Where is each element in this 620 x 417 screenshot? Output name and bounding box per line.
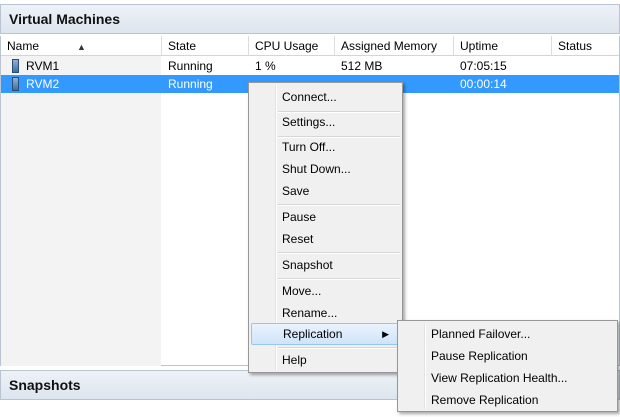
virtual-machine-icon: [12, 77, 19, 91]
replication-submenu: Planned Failover... Pause Replication Vi…: [397, 320, 618, 412]
menu-item-shut-down[interactable]: Shut Down...: [251, 158, 400, 180]
vm-name: RVM2: [26, 77, 60, 91]
column-header-row: Name ▲ State CPU Usage Assigned Memory U…: [1, 36, 619, 56]
menu-item-settings[interactable]: Settings...: [251, 111, 400, 133]
menu-item-replication-label: Replication: [283, 327, 343, 341]
menu-item-turn-off[interactable]: Turn Off...: [251, 136, 400, 158]
menu-item-rename[interactable]: Rename...: [251, 302, 400, 324]
column-header-state[interactable]: State: [162, 36, 249, 56]
column-header-cpu-usage[interactable]: CPU Usage: [249, 36, 335, 56]
menu-item-snapshot[interactable]: Snapshot: [251, 254, 400, 276]
column-header-status[interactable]: Status: [552, 36, 620, 56]
vm-context-menu: Connect... Settings... Turn Off... Shut …: [248, 82, 403, 373]
vm-assigned-memory: 512 MB: [341, 59, 383, 73]
column-header-assigned-memory[interactable]: Assigned Memory: [335, 36, 454, 56]
virtual-machines-header: Virtual Machines: [0, 4, 620, 34]
vm-state: Running: [168, 59, 213, 73]
column-header-uptime[interactable]: Uptime: [454, 36, 552, 56]
snapshots-title: Snapshots: [9, 377, 81, 393]
menu-item-help[interactable]: Help: [251, 349, 400, 371]
menu-item-save[interactable]: Save: [251, 180, 400, 202]
sort-ascending-icon: ▲: [77, 42, 86, 52]
vm-name: RVM1: [26, 59, 60, 73]
menu-item-reset[interactable]: Reset: [251, 228, 400, 250]
column-header-name[interactable]: Name ▲: [1, 36, 162, 56]
virtual-machines-title: Virtual Machines: [9, 11, 121, 27]
menu-item-pause-replication[interactable]: Pause Replication: [400, 345, 615, 367]
submenu-arrow-icon: ▶: [382, 329, 389, 339]
menu-item-planned-failover[interactable]: Planned Failover...: [400, 323, 615, 345]
menu-item-move[interactable]: Move...: [251, 280, 400, 302]
vm-uptime: 00:00:14: [460, 77, 507, 91]
vm-row-rvm1[interactable]: RVM1 Running 1 % 512 MB 07:05:15: [1, 57, 619, 75]
menu-item-view-replication-health[interactable]: View Replication Health...: [400, 367, 615, 389]
vm-cpu-usage: 1 %: [255, 59, 276, 73]
menu-item-remove-replication[interactable]: Remove Replication: [400, 389, 615, 411]
menu-item-pause[interactable]: Pause: [251, 206, 400, 228]
menu-item-connect[interactable]: Connect...: [251, 86, 400, 108]
vm-uptime: 07:05:15: [460, 59, 507, 73]
vm-state: Running: [168, 77, 213, 91]
menu-item-replication[interactable]: Replication ▶: [251, 323, 400, 345]
virtual-machine-icon: [12, 59, 19, 73]
